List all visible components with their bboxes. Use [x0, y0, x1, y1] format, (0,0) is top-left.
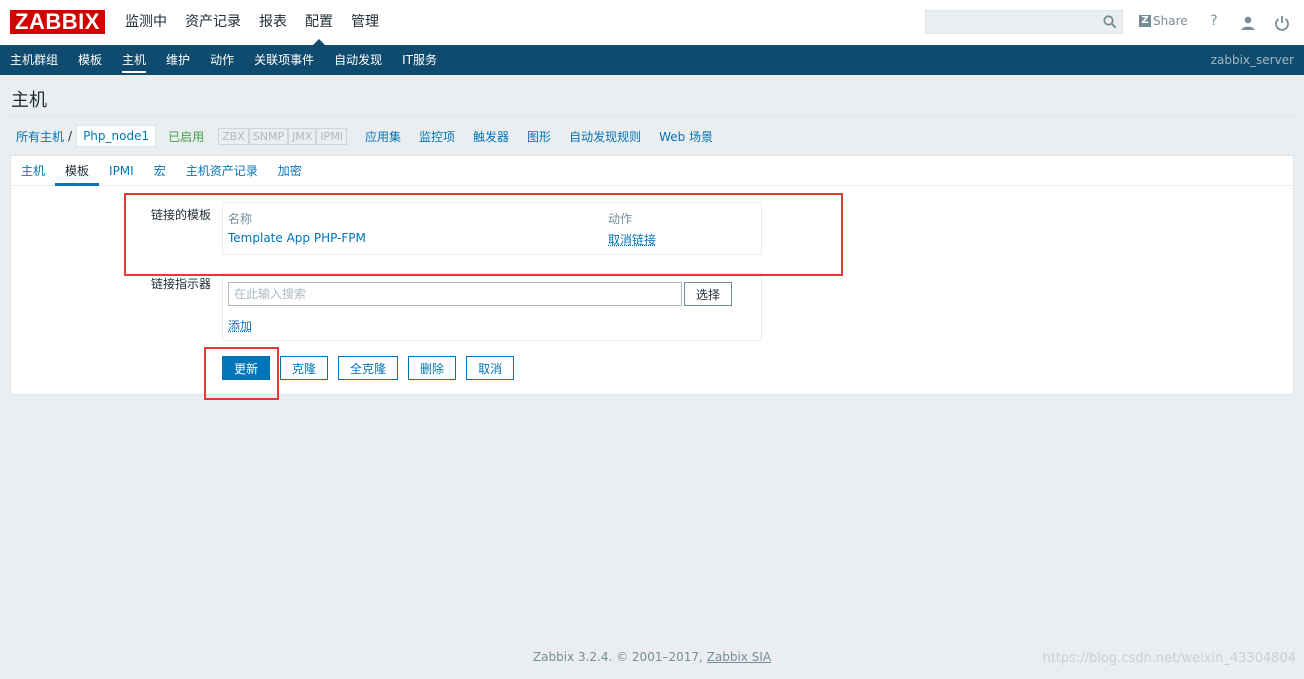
update-button[interactable]: 更新 [222, 356, 271, 380]
col-header-action: 动作 [608, 212, 633, 226]
link-web-scenarios[interactable]: Web 场景 [659, 128, 713, 145]
tab-ipmi[interactable]: IPMI [99, 156, 144, 185]
main-nav-monitoring[interactable]: 监测中 [116, 0, 176, 45]
subnav-hosts[interactable]: 主机 [112, 45, 156, 75]
share-link[interactable]: Z Share [1139, 14, 1188, 28]
subnav-host-groups[interactable]: 主机群组 [0, 45, 68, 75]
help-icon[interactable]: ? [1206, 13, 1222, 31]
global-search [925, 10, 1123, 34]
form-buttons: 更新 克隆 全克隆 删除 取消 [222, 356, 524, 380]
subnav-discovery[interactable]: 自动发现 [324, 45, 392, 75]
main-nav: 监测中 资产记录 报表 配置 管理 [116, 0, 388, 45]
subnav-it-services[interactable]: IT服务 [392, 45, 447, 75]
linked-template-name[interactable]: Template App PHP-FPM [228, 231, 366, 245]
user-profile-icon[interactable] [1240, 14, 1256, 32]
share-label: Share [1153, 14, 1188, 28]
zabbix-logo[interactable]: ZABBIX [10, 10, 105, 34]
badge-zbx: ZBX [218, 127, 249, 145]
link-new-templates-label: 链接指示器 [150, 277, 211, 291]
subnav-maintenance[interactable]: 维护 [156, 45, 200, 75]
cancel-button[interactable]: 取消 [466, 356, 515, 380]
main-nav-configuration[interactable]: 配置 [296, 0, 342, 45]
csdn-watermark: https://blog.csdn.net/weixin_43304804 [1042, 651, 1296, 666]
link-graphs[interactable]: 图形 [527, 128, 551, 145]
page-title: 主机 [11, 90, 47, 111]
title-divider [10, 116, 1294, 117]
badge-snmp: SNMP [248, 127, 289, 145]
server-name: zabbix_server [1210, 53, 1294, 67]
form-tabs: 主机 模板 IPMI 宏 主机资产记录 加密 [11, 156, 1293, 186]
host-status[interactable]: 已启用 [168, 128, 204, 145]
clone-button[interactable]: 克隆 [280, 356, 329, 380]
main-nav-reports[interactable]: 报表 [250, 0, 296, 45]
subnav-correlation[interactable]: 关联项事件 [244, 45, 324, 75]
badge-jmx: JMX [288, 127, 317, 145]
share-z-icon: Z [1139, 15, 1151, 27]
template-search-input[interactable] [228, 282, 682, 306]
search-icon[interactable] [1103, 15, 1117, 29]
link-discovery-rules[interactable]: 自动发现规则 [569, 128, 641, 145]
main-nav-inventory[interactable]: 资产记录 [176, 0, 250, 45]
full-clone-button[interactable]: 全克隆 [338, 356, 399, 380]
sign-out-icon[interactable] [1274, 14, 1290, 32]
tab-host[interactable]: 主机 [11, 156, 55, 185]
host-form-panel: 主机 模板 IPMI 宏 主机资产记录 加密 链接的模板 名称 动作 Templ… [10, 155, 1294, 395]
tab-encryption[interactable]: 加密 [268, 156, 312, 185]
subnav-actions[interactable]: 动作 [200, 45, 244, 75]
delete-button[interactable]: 删除 [408, 356, 457, 380]
add-template-link[interactable]: 添加 [228, 317, 252, 334]
unlink-button[interactable]: 取消链接 [608, 231, 656, 248]
subnav-templates[interactable]: 模板 [68, 45, 112, 75]
col-header-name: 名称 [228, 212, 253, 226]
footer-company-link[interactable]: Zabbix SIA [707, 650, 771, 664]
tab-inventory[interactable]: 主机资产记录 [176, 156, 268, 185]
link-new-templates-box: 选择 添加 [222, 273, 762, 341]
link-triggers[interactable]: 触发器 [473, 128, 509, 145]
link-applications[interactable]: 应用集 [365, 128, 401, 145]
footer-copyright: Zabbix 3.2.4. © 2001–2017, [532, 650, 703, 664]
link-items[interactable]: 监控项 [419, 128, 455, 145]
breadcrumb-separator: / [68, 129, 73, 143]
main-nav-administration[interactable]: 管理 [342, 0, 388, 45]
linked-templates-label: 链接的模板 [150, 208, 211, 222]
badge-ipmi: IPMI [316, 127, 347, 145]
top-header: ZABBIX 监测中 资产记录 报表 配置 管理 Z Share ? [0, 0, 1304, 45]
select-button[interactable]: 选择 [684, 282, 732, 306]
sub-nav: 主机群组 模板 主机 维护 动作 关联项事件 自动发现 IT服务 zabbix_… [0, 45, 1304, 75]
availability-badges: ZBX SNMP JMX IPMI [218, 127, 347, 145]
tab-templates[interactable]: 模板 [55, 156, 100, 186]
breadcrumb-host[interactable]: Php_node1 [76, 125, 157, 147]
breadcrumb-all-hosts[interactable]: 所有主机 [16, 128, 64, 145]
host-navigation-bar: 所有主机 / Php_node1 已启用 ZBX SNMP JMX IPMI 应… [10, 124, 713, 148]
linked-templates-table: 名称 动作 Template App PHP-FPM 取消链接 [222, 202, 762, 255]
global-search-input[interactable] [926, 11, 1100, 33]
tab-macros[interactable]: 宏 [144, 156, 176, 185]
